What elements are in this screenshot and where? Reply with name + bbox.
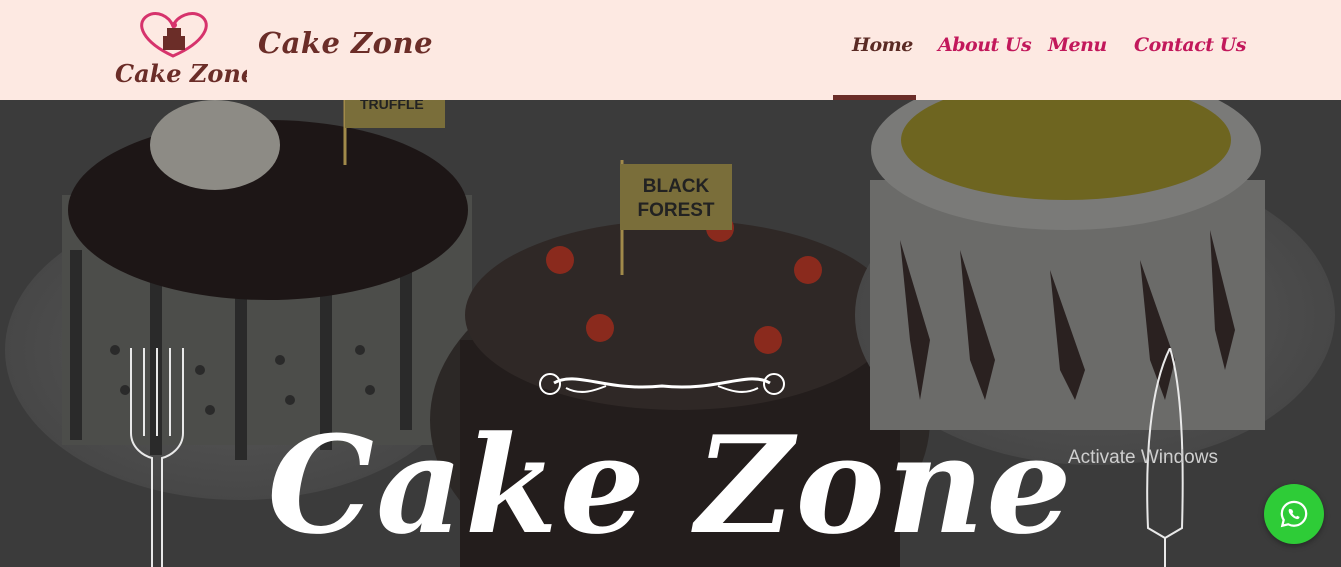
nav-menu[interactable]: Menu bbox=[1048, 34, 1107, 56]
nav-home[interactable]: Home bbox=[852, 34, 913, 56]
nav-contact-us[interactable]: Contact Us bbox=[1134, 34, 1246, 56]
truffle-tag: TRUFFLE bbox=[360, 100, 424, 112]
black-forest-tag-line1: BLACK bbox=[643, 176, 710, 197]
site-header: Cake Zone Cake Zone Home About Us Menu C… bbox=[0, 0, 1341, 100]
hero-banner: TRUFFLE BLACK FOREST Cake Zone bbox=[0, 100, 1341, 567]
hero-title: Cake Zone bbox=[267, 406, 1074, 564]
whatsapp-button[interactable] bbox=[1264, 484, 1324, 544]
black-forest-tag-line2: FOREST bbox=[637, 200, 714, 221]
whatsapp-icon bbox=[1280, 500, 1308, 528]
main-nav: Home About Us Menu Contact Us bbox=[0, 34, 1341, 100]
decorative-flourish bbox=[539, 373, 785, 395]
activate-windows-watermark: Activate Windows bbox=[1068, 447, 1218, 468]
nav-about-us[interactable]: About Us bbox=[938, 34, 1032, 56]
active-nav-indicator bbox=[833, 95, 916, 100]
